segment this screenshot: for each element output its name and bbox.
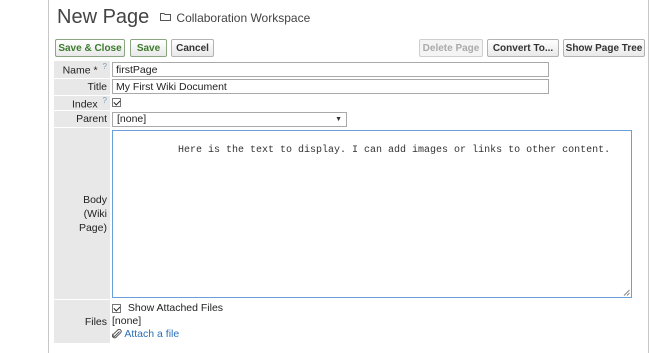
title-row-field: Title My First Wiki Document — [54, 78, 643, 96]
index-label: Index — [71, 98, 98, 110]
parent-select-value: [none] — [117, 113, 147, 125]
wiki-form: Name * ? firstPage Title My First Wiki D… — [54, 61, 643, 344]
parent-label: Parent — [76, 113, 107, 125]
attach-file-link[interactable]: Attach a file — [124, 328, 179, 340]
index-row: Index ? — [54, 95, 643, 111]
title-row: New Page Collaboration Workspace — [57, 6, 310, 30]
cancel-button[interactable]: Cancel — [171, 39, 214, 57]
body-label-line2: (Wiki — [83, 207, 107, 220]
parent-select[interactable]: [none] ▼ — [112, 111, 347, 127]
body-text: Here is the text to display. I can add i… — [178, 144, 611, 156]
name-input[interactable]: firstPage — [112, 62, 549, 77]
show-attached-checkbox[interactable] — [112, 303, 121, 313]
show-attached-label: Show Attached Files — [127, 302, 224, 314]
title-label: Title — [87, 80, 107, 93]
save-close-button[interactable]: Save & Close — [55, 39, 125, 57]
resize-grip-icon[interactable] — [623, 289, 630, 296]
body-row: Body (Wiki Page) Here is the text to dis… — [54, 127, 643, 300]
folder-icon — [160, 13, 172, 21]
save-button[interactable]: Save — [130, 39, 167, 57]
chevron-down-icon: ▼ — [335, 115, 342, 123]
convert-to-button[interactable]: Convert To... — [487, 39, 559, 57]
files-label: Files — [84, 315, 107, 328]
help-icon[interactable]: ? — [103, 62, 107, 71]
files-value: [none] — [112, 315, 142, 327]
body-label-line3: Page) — [78, 221, 107, 234]
show-page-tree-button[interactable]: Show Page Tree — [563, 39, 645, 57]
body-textarea[interactable]: Here is the text to display. I can add i… — [112, 129, 632, 298]
title-input[interactable]: My First Wiki Document — [112, 79, 549, 94]
delete-page-button[interactable]: Delete Page — [419, 39, 483, 57]
help-icon[interactable]: ? — [103, 96, 107, 105]
workspace-breadcrumb[interactable]: Collaboration Workspace — [176, 11, 310, 25]
paperclip-icon — [112, 329, 122, 339]
show-attached-row: Show Attached Files — [112, 302, 643, 315]
parent-row: Parent [none] ▼ — [54, 110, 643, 128]
page-title: New Page — [57, 6, 150, 28]
required-mark: * — [93, 64, 98, 77]
attach-row: Attach a file — [112, 328, 643, 341]
name-label-cell: Name * ? — [54, 61, 110, 79]
name-label: Name — [62, 64, 91, 77]
index-checkbox[interactable] — [112, 98, 121, 108]
body-label-line1: Body — [83, 193, 107, 206]
wiki-edit-panel: New Page Collaboration Workspace Save & … — [48, 0, 649, 353]
name-row: Name * ? firstPage — [54, 61, 643, 79]
files-row: Files Show Attached Files [none] Attach … — [54, 299, 643, 344]
